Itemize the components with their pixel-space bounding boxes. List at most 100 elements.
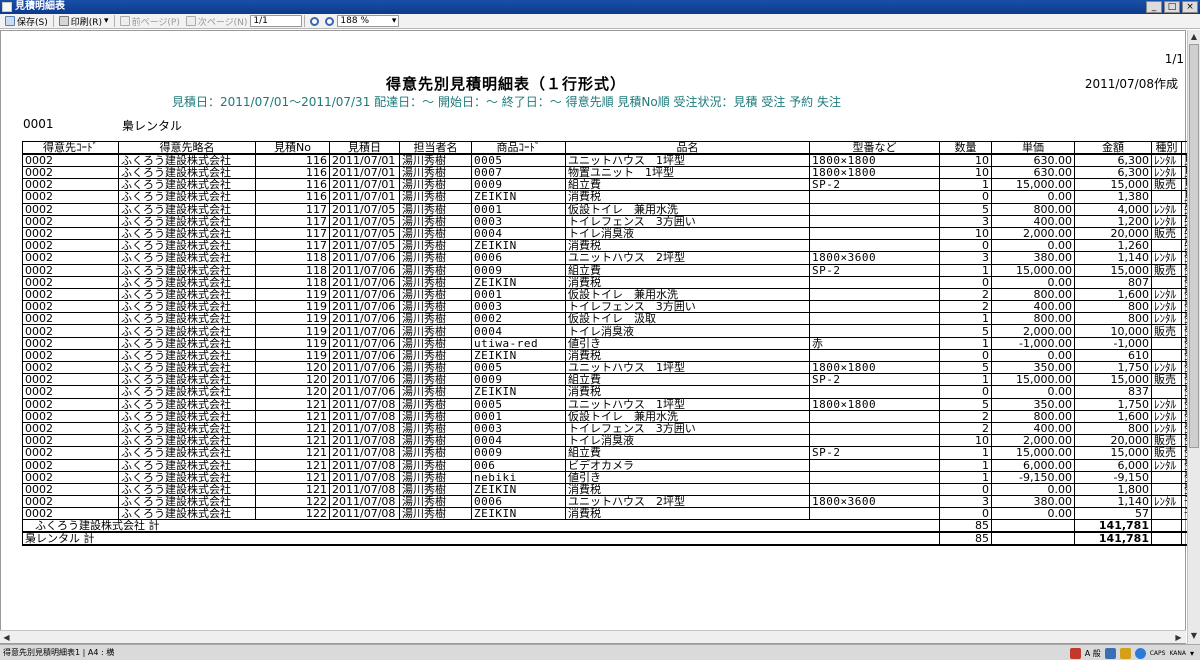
vertical-scrollbar[interactable]: ▲ ▼: [1187, 30, 1200, 644]
customer-name-cell: ふくろう建設株式会社: [119, 240, 256, 252]
model-cell: 1800×1800: [810, 362, 940, 374]
chevron-down-icon[interactable]: ▾: [104, 16, 109, 26]
amount-cell: 807: [1075, 276, 1152, 288]
staff-cell: 湯川秀樹: [400, 215, 472, 227]
column-header: 品名: [566, 142, 810, 155]
close-button[interactable]: ×: [1182, 1, 1198, 13]
estimate-date-cell: 2011/07/06: [330, 386, 400, 398]
estimate-no-cell: 120: [256, 362, 330, 374]
customer-name-cell: ふくろう建設株式会社: [119, 435, 256, 447]
product-name-cell: トイレフェンス 3方囲い: [566, 301, 810, 313]
customer-code-cell: 0002: [23, 167, 119, 179]
amount-cell: 6,000: [1075, 459, 1152, 471]
ime-icon[interactable]: [1070, 648, 1081, 659]
page-field[interactable]: 1/1: [250, 15, 302, 27]
customer-name-cell: ふくろう建設株式会社: [119, 471, 256, 483]
scroll-down-icon[interactable]: ▼: [1189, 630, 1199, 641]
table-row: 0002ふくろう建設株式会社1192011/07/06湯川秀樹0004トイレ消臭…: [23, 325, 1200, 337]
product-code-cell: ZEIKIN: [472, 191, 566, 203]
customer-name-cell: ふくろう建設株式会社: [119, 422, 256, 434]
type-cell: ﾚﾝﾀﾙ: [1152, 496, 1182, 508]
customer-name-cell: ふくろう建設株式会社: [119, 301, 256, 313]
column-header: 見積No: [256, 142, 330, 155]
save-button[interactable]: 保存(S): [2, 15, 51, 28]
product-name-cell: 物置ユニット 1坪型: [566, 167, 810, 179]
product-name-cell: ユニットハウス 1坪型: [566, 398, 810, 410]
unit-price-cell: 15,000.00: [992, 374, 1075, 386]
tools-icon[interactable]: [1120, 648, 1131, 659]
scroll-up-icon[interactable]: ▲: [1189, 31, 1199, 42]
help-icon[interactable]: [1135, 648, 1146, 659]
prev-page-icon: [120, 16, 130, 26]
customer-name-cell: ふくろう建設株式会社: [119, 447, 256, 459]
minimize-button[interactable]: _: [1146, 1, 1162, 13]
table-row: 0002ふくろう建設株式会社1212011/07/08湯川秀樹0005ユニットハ…: [23, 398, 1200, 410]
unit-price-cell: -9,150.00: [992, 471, 1075, 483]
column-header: 得意先略名: [119, 142, 256, 155]
product-code-cell: 0009: [472, 264, 566, 276]
model-cell: [810, 471, 940, 483]
unit-price-cell: 800.00: [992, 203, 1075, 215]
zoom-out-button[interactable]: [322, 15, 337, 28]
type-cell: ﾚﾝﾀﾙ: [1152, 398, 1182, 410]
product-name-cell: 組立費: [566, 374, 810, 386]
table-row: 0002ふくろう建設株式会社1222011/07/08湯川秀樹0006ユニットハ…: [23, 496, 1200, 508]
customer-code-cell: 0002: [23, 313, 119, 325]
qty-cell: 0: [940, 483, 992, 495]
table-row: 0002ふくろう建設株式会社1202011/07/06湯川秀樹ZEIKIN消費税…: [23, 386, 1200, 398]
product-name-cell: ユニットハウス 1坪型: [566, 362, 810, 374]
column-header: 担当者名: [400, 142, 472, 155]
model-cell: [810, 191, 940, 203]
zoom-select[interactable]: 188 % ▾: [337, 15, 399, 27]
horizontal-scrollbar[interactable]: ◀ ▶: [0, 630, 1186, 643]
scroll-right-icon[interactable]: ▶: [1173, 632, 1184, 643]
staff-cell: 湯川秀樹: [400, 435, 472, 447]
ime-mode[interactable]: A 般: [1085, 646, 1101, 661]
print-button[interactable]: 印刷(R) ▾: [56, 15, 112, 28]
product-code-cell: 0009: [472, 374, 566, 386]
model-cell: [810, 410, 940, 422]
zoom-in-button[interactable]: [307, 15, 322, 28]
estimate-date-cell: 2011/07/06: [330, 337, 400, 349]
customer-name-cell: ふくろう建設株式会社: [119, 508, 256, 520]
staff-cell: 湯川秀樹: [400, 496, 472, 508]
type-cell: [1152, 508, 1182, 520]
product-name-cell: 消費税: [566, 240, 810, 252]
prev-page-button[interactable]: 前ページ(P): [117, 15, 183, 28]
dictionary-icon[interactable]: [1105, 648, 1116, 659]
type-cell: [1152, 386, 1182, 398]
type-cell: 販売: [1152, 435, 1182, 447]
scroll-left-icon[interactable]: ◀: [1, 632, 12, 643]
product-name-cell: ユニットハウス 2坪型: [566, 252, 810, 264]
product-code-cell: 0004: [472, 227, 566, 239]
model-cell: [810, 508, 940, 520]
product-name-cell: トイレフェンス 3方囲い: [566, 422, 810, 434]
estimate-no-cell: 121: [256, 410, 330, 422]
staff-cell: 湯川秀樹: [400, 154, 472, 167]
model-cell: 1800×3600: [810, 252, 940, 264]
estimate-date-cell: 2011/07/06: [330, 276, 400, 288]
product-name-cell: トイレフェンス 3方囲い: [566, 215, 810, 227]
customer-code-cell: 0002: [23, 227, 119, 239]
next-page-button[interactable]: 次ページ(N): [183, 15, 251, 28]
table-body: 0002ふくろう建設株式会社1162011/07/01湯川秀樹0005ユニットハ…: [23, 154, 1200, 520]
scrollbar-thumb[interactable]: [1189, 44, 1199, 448]
staff-cell: 湯川秀樹: [400, 410, 472, 422]
amount-cell: 10,000: [1075, 325, 1152, 337]
customer-name-cell: ふくろう建設株式会社: [119, 167, 256, 179]
maximize-button[interactable]: □: [1164, 1, 1180, 13]
staff-cell: 湯川秀樹: [400, 337, 472, 349]
staff-cell: 湯川秀樹: [400, 374, 472, 386]
estimate-date-cell: 2011/07/05: [330, 240, 400, 252]
model-cell: [810, 386, 940, 398]
customer-name-cell: ふくろう建設株式会社: [119, 252, 256, 264]
estimate-no-cell: 121: [256, 483, 330, 495]
product-code-cell: 0004: [472, 325, 566, 337]
customer-code-cell: 0002: [23, 276, 119, 288]
product-code-cell: 0005: [472, 362, 566, 374]
chevron-down-icon[interactable]: ▾: [1190, 646, 1194, 661]
estimate-date-cell: 2011/07/06: [330, 264, 400, 276]
model-cell: [810, 422, 940, 434]
amount-cell: 4,000: [1075, 203, 1152, 215]
staff-cell: 湯川秀樹: [400, 459, 472, 471]
